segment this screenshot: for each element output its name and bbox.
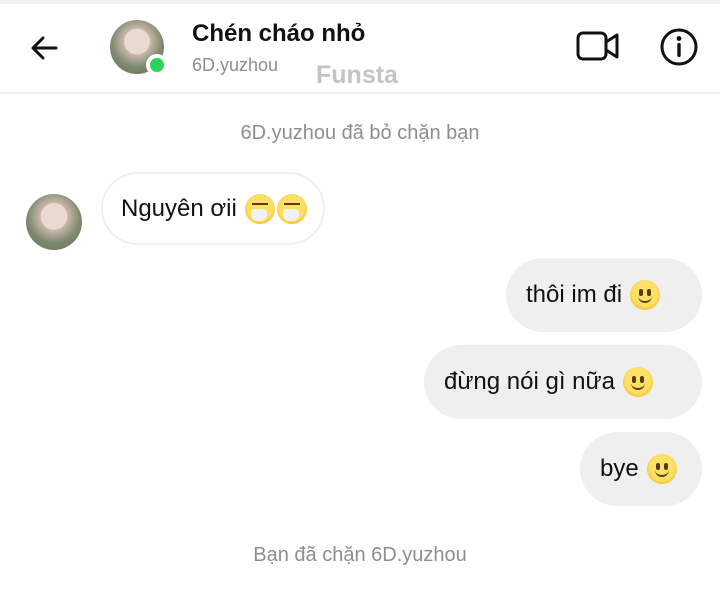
app-watermark: Funsta [316,61,398,89]
message-text: đừng nói gì nữa [444,368,615,395]
message-text: Nguyên ơii [121,194,237,222]
chat-header: Chén cháo nhỏ 6D.yuzhou Funsta [0,0,720,94]
back-button[interactable] [22,28,66,68]
contact-avatar[interactable] [110,20,168,76]
slightly-smiling-face-emoji-icon [630,280,661,310]
message-bubble-incoming[interactable]: Nguyên ơii [101,172,325,245]
status-bar-strip [0,0,720,4]
system-message-blocked: Bạn đã chặn 6D.yuzhou [253,544,467,566]
video-camera-icon [576,31,619,61]
info-button[interactable] [656,24,702,70]
sender-avatar[interactable] [26,194,82,250]
contact-username: 6D.yuzhou [192,55,279,75]
message-bubble-outgoing[interactable]: thôi im đi [506,258,702,332]
sneezing-face-emoji-icon [276,193,307,224]
system-message-unblocked: 6D.yuzhou đã bỏ chặn bạn [240,122,480,144]
slightly-smiling-face-emoji-icon [622,367,653,397]
contact-name[interactable]: Chén cháo nhỏ [192,20,365,48]
sneezing-face-emoji-icon [244,193,275,224]
video-call-button[interactable] [574,26,622,66]
message-bubble-outgoing[interactable]: đừng nói gì nữa [424,345,702,419]
message-bubble-outgoing[interactable]: bye [580,432,702,506]
message-text: bye [600,455,639,482]
message-text: thôi im đi [526,281,623,308]
arrow-left-icon [31,36,58,60]
online-status-dot [146,54,168,76]
chat-screen: Chén cháo nhỏ 6D.yuzhou Funsta 6D.yuzhou… [0,0,720,592]
info-icon [660,28,698,66]
slightly-smiling-face-emoji-icon [646,454,677,484]
